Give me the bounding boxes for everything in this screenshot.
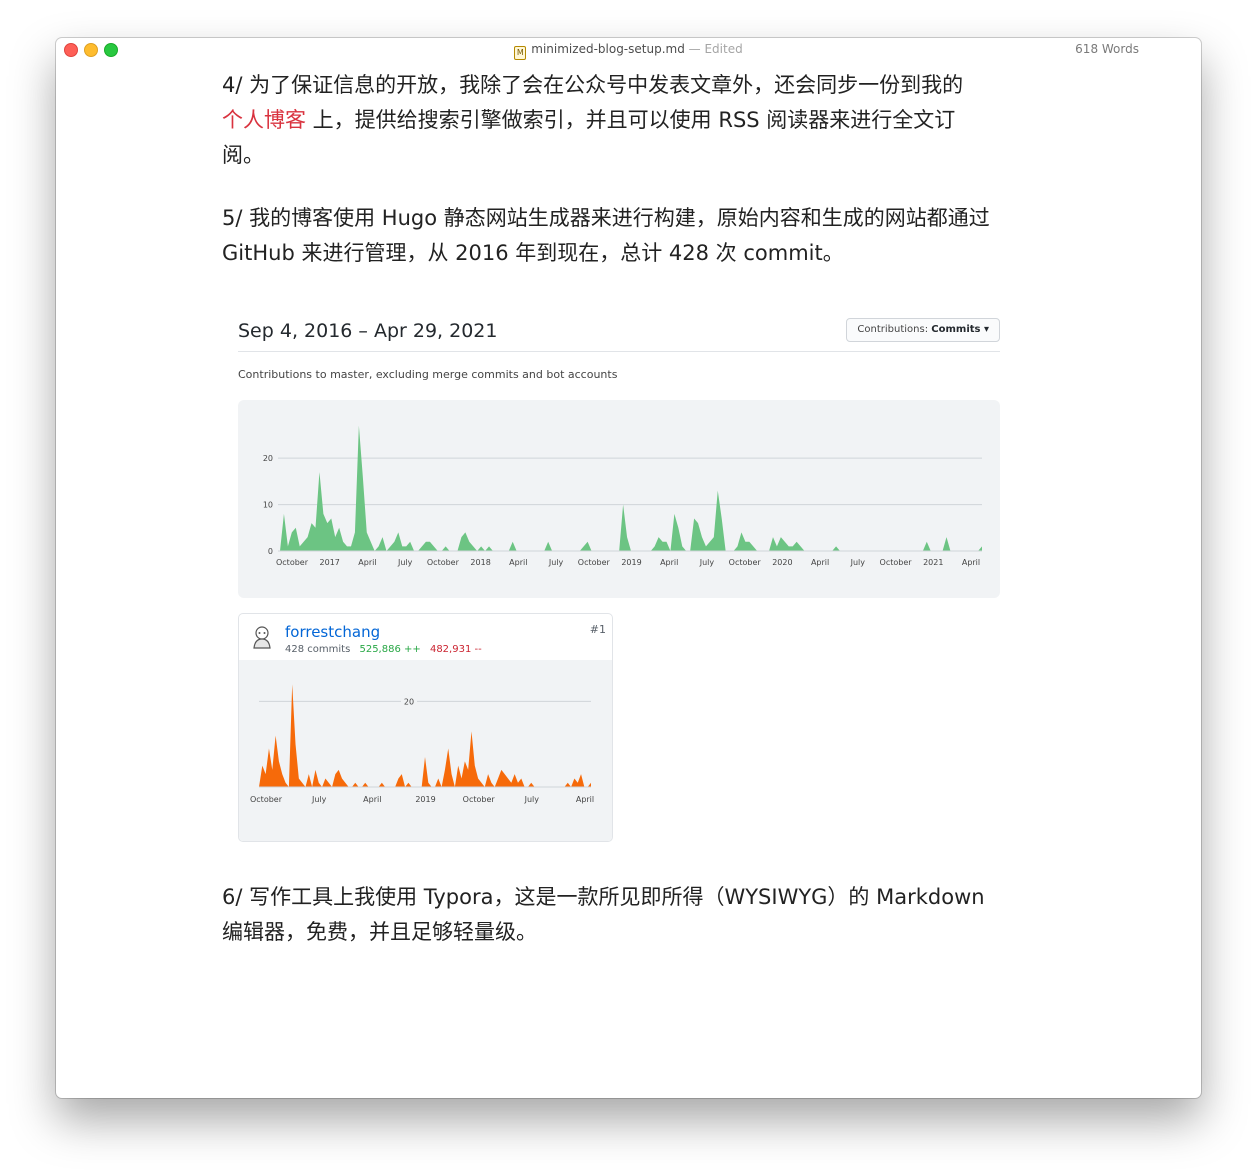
divider	[238, 351, 1000, 352]
x-tick-label: October	[729, 558, 762, 567]
deletions-count: 482,931 --	[429, 644, 482, 655]
additions-count: 525,886 ++	[359, 644, 421, 655]
paragraph-4-line-1: 4/ 为了保证信息的开放，我除了会在公众号中发表文章外，还会同步一份到我的	[222, 73, 964, 97]
x-tick-label: April	[660, 558, 678, 567]
x-tick-label: July	[524, 795, 540, 804]
editor-window: Mminimized-blog-setup.md — Edited 618 Wo…	[56, 38, 1201, 1098]
paragraph-4-line-2-text: 上，提供给搜索引擎做索引，并且可以使用 RSS 阅读器来进行全文订	[306, 108, 956, 132]
x-tick-label: July	[548, 558, 564, 567]
document-body-continued[interactable]: 6/ 写作工具上我使用 Typora，这是一款所见即所得（WYSIWYG）的 M…	[222, 880, 1052, 978]
contributions-select[interactable]: Contributions: Commits ▾	[846, 318, 1000, 342]
contributions-select-prefix: Contributions:	[857, 324, 932, 335]
x-tick-label: 2019	[415, 795, 435, 804]
paragraph-4: 4/ 为了保证信息的开放，我除了会在公众号中发表文章外，还会同步一份到我的 个人…	[222, 68, 1052, 173]
document-body[interactable]: 4/ 为了保证信息的开放，我除了会在公众号中发表文章外，还会同步一份到我的 个人…	[222, 68, 1052, 299]
x-tick-label: October	[250, 795, 283, 804]
x-tick-label: 2019	[621, 558, 641, 567]
y-tick-label: 10	[263, 501, 273, 510]
octocat-avatar-icon[interactable]	[249, 624, 275, 650]
x-tick-label: October	[880, 558, 913, 567]
filename: minimized-blog-setup.md	[531, 42, 685, 56]
contributor-rank: #1	[589, 623, 606, 636]
paragraph-4-line-2: 个人博客 上，提供给搜索引擎做索引，并且可以使用 RSS 阅读器来进行全文订	[222, 103, 1052, 138]
personal-blog-link[interactable]: 个人博客	[222, 108, 306, 132]
x-tick-label: April	[358, 558, 376, 567]
x-tick-label: October	[276, 558, 309, 567]
x-tick-label: July	[850, 558, 866, 567]
x-tick-label: July	[699, 558, 715, 567]
contributor-card: forrestchang 428 commits 525,886 ++ 482,…	[238, 613, 613, 842]
commit-area-series	[280, 425, 982, 551]
x-tick-label: 2021	[923, 558, 943, 567]
paragraph-5-line-1: 5/ 我的博客使用 Hugo 静态网站生成器来进行构建，原始内容和生成的网站都通…	[222, 206, 990, 230]
x-tick-label: 2020	[772, 558, 792, 567]
x-tick-label: 2018	[470, 558, 490, 567]
paragraph-6-line-2: 编辑器，免费，并且足够轻量级。	[222, 920, 537, 944]
contributions-chart-svg: 0 10 20 October 2017 April July October 2018 Apri…	[263, 425, 982, 567]
commit-area-series	[259, 684, 591, 787]
x-tick-label: April	[811, 558, 829, 567]
contributor-chart: 20 October July April 2019 October July April	[239, 660, 612, 841]
paragraph-6-line-1: 6/ 写作工具上我使用 Typora，这是一款所见即所得（WYSIWYG）的 M…	[222, 885, 985, 909]
contributor-name[interactable]: forrestchang	[285, 623, 380, 641]
x-tick-label: April	[576, 795, 594, 804]
contributions-chart: 0 10 20 October 2017 April July October 2018 Apri…	[238, 400, 1000, 598]
commit-count[interactable]: 428 commits	[285, 644, 350, 655]
paragraph-4-line-3: 阅。	[222, 143, 264, 167]
x-tick-label: April	[962, 558, 980, 567]
x-tick-label: 2017	[320, 558, 340, 567]
paragraph-6: 6/ 写作工具上我使用 Typora，这是一款所见即所得（WYSIWYG）的 M…	[222, 880, 1052, 950]
x-tick-label: April	[509, 558, 527, 567]
paragraph-5: 5/ 我的博客使用 Hugo 静态网站生成器来进行构建，原始内容和生成的网站都通…	[222, 201, 1052, 271]
contributor-chart-svg: 20 October July April 2019 October July April	[250, 684, 594, 804]
contributions-select-value: Commits ▾	[931, 324, 989, 335]
y-tick-label: 20	[263, 454, 273, 463]
markdown-file-icon: M	[514, 46, 527, 60]
edited-status: — Edited	[688, 42, 743, 56]
y-tick-label: 0	[268, 547, 273, 556]
x-tick-label: July	[397, 558, 413, 567]
contributor-stats: 428 commits 525,886 ++ 482,931 --	[285, 644, 482, 655]
x-tick-label: April	[363, 795, 381, 804]
title-bar: Mminimized-blog-setup.md — Edited 618 Wo…	[56, 38, 1201, 60]
contributions-subtitle: Contributions to master, excluding merge…	[238, 368, 618, 381]
x-tick-label: October	[463, 795, 496, 804]
date-range: Sep 4, 2016 – Apr 29, 2021	[238, 320, 498, 342]
paragraph-5-line-2: GitHub 来进行管理，从 2016 年到现在，总计 428 次 commit…	[222, 241, 844, 265]
word-count[interactable]: 618 Words	[1075, 42, 1139, 56]
x-tick-label: October	[578, 558, 611, 567]
window-title: Mminimized-blog-setup.md — Edited	[56, 42, 1201, 60]
y-tick-label: 20	[404, 697, 414, 706]
x-tick-label: October	[427, 558, 460, 567]
x-tick-label: July	[311, 795, 327, 804]
